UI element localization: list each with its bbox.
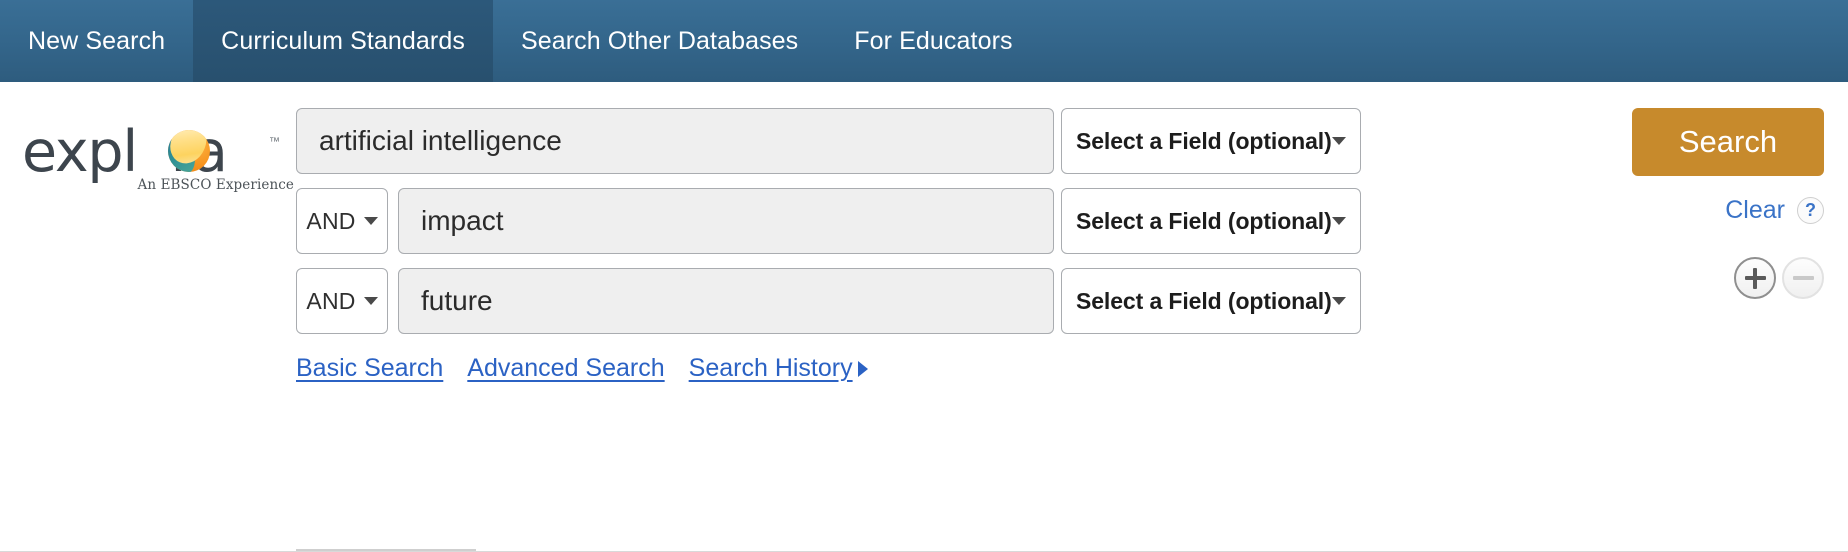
- caret-right-icon: [857, 360, 868, 377]
- chevron-down-icon: [363, 217, 378, 225]
- search-rows: artificial intelligence Select a Field (…: [296, 108, 1604, 348]
- nav-item-label: For Educators: [854, 26, 1013, 55]
- plus-icon-vertical: [1753, 267, 1757, 289]
- logo-column: explora ™ An EBSCO Experience: [0, 108, 296, 194]
- help-question-icon[interactable]: ?: [1797, 197, 1824, 224]
- search-row-2: AND impact Select a Field (optional): [296, 188, 1604, 254]
- basic-search-link[interactable]: Basic Search: [296, 354, 443, 383]
- logo-wordmark-part1: expl: [22, 119, 138, 185]
- search-term-input-2[interactable]: impact: [398, 188, 1054, 254]
- search-page: explora ™ An EBSCO Experience artificial…: [0, 82, 1848, 552]
- advanced-search-link[interactable]: Advanced Search: [467, 354, 664, 383]
- nav-item-label: Curriculum Standards: [221, 26, 465, 55]
- bottom-divider-accent: [296, 549, 476, 551]
- nav-item-for-educators[interactable]: For Educators: [826, 0, 1040, 82]
- clear-row: Clear ?: [1632, 196, 1824, 225]
- boolean-operator-label: AND: [306, 207, 356, 234]
- search-button[interactable]: Search: [1632, 108, 1824, 176]
- boolean-operator-select-3[interactable]: AND: [296, 268, 388, 334]
- trademark-symbol: ™: [269, 136, 280, 148]
- field-select-label: Select a Field (optional): [1076, 207, 1332, 234]
- search-term-input-1[interactable]: artificial intelligence: [296, 108, 1054, 174]
- minus-icon: [1792, 276, 1814, 280]
- search-button-label: Search: [1678, 124, 1778, 159]
- field-select-3[interactable]: Select a Field (optional): [1061, 268, 1361, 334]
- top-navigation-bar: New Search Curriculum Standards Search O…: [0, 0, 1848, 82]
- explora-logo[interactable]: explora ™: [22, 124, 280, 181]
- search-history-link[interactable]: Search History: [689, 354, 868, 383]
- search-term-value: artificial intelligence: [319, 125, 562, 156]
- search-term-input-3[interactable]: future: [398, 268, 1054, 334]
- search-row-3: AND future Select a Field (optional): [296, 268, 1604, 334]
- chevron-down-icon: [1331, 137, 1346, 145]
- field-select-1[interactable]: Select a Field (optional): [1061, 108, 1361, 174]
- nav-item-label: Search Other Databases: [520, 26, 799, 55]
- field-select-label: Select a Field (optional): [1076, 127, 1332, 154]
- boolean-operator-label: AND: [306, 287, 356, 314]
- nav-item-new-search[interactable]: New Search: [0, 0, 193, 82]
- field-select-2[interactable]: Select a Field (optional): [1061, 188, 1361, 254]
- field-select-label: Select a Field (optional): [1076, 287, 1332, 314]
- chevron-down-icon: [1331, 297, 1346, 305]
- logo-wordmark: explora: [22, 124, 274, 181]
- remove-row-button: [1782, 257, 1824, 299]
- search-mode-links: Basic Search Advanced Search Search Hist…: [0, 354, 1848, 383]
- chevron-down-icon: [1331, 217, 1346, 225]
- nav-item-label: New Search: [28, 26, 166, 55]
- nav-item-search-other-databases[interactable]: Search Other Databases: [493, 0, 826, 82]
- search-actions-column: Search Clear ?: [1604, 108, 1848, 299]
- nav-item-curriculum-standards[interactable]: Curriculum Standards: [193, 0, 493, 82]
- search-row-1: artificial intelligence Select a Field (…: [296, 108, 1604, 174]
- search-form: explora ™ An EBSCO Experience artificial…: [0, 82, 1848, 348]
- boolean-operator-select-2[interactable]: AND: [296, 188, 388, 254]
- chevron-down-icon: [363, 297, 378, 305]
- search-term-value: impact: [421, 205, 504, 236]
- clear-link[interactable]: Clear: [1725, 196, 1785, 225]
- search-term-value: future: [421, 285, 493, 316]
- row-controls: [1632, 257, 1824, 299]
- add-row-button[interactable]: [1734, 257, 1776, 299]
- search-history-label: Search History: [688, 354, 853, 382]
- logo-orb-icon: [168, 130, 210, 172]
